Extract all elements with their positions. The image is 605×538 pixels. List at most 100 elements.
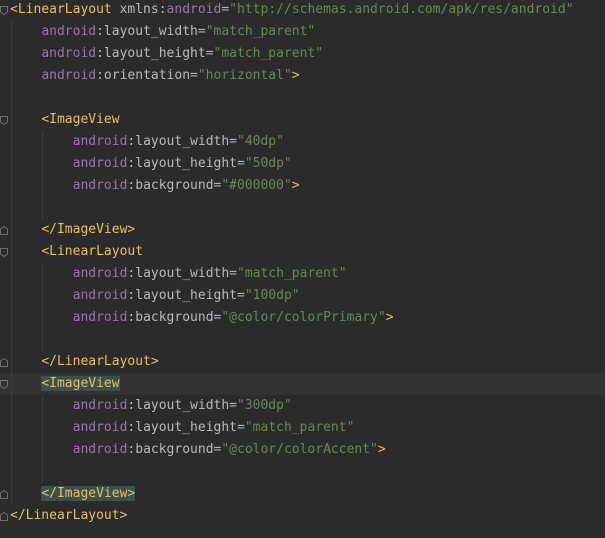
fold-start-icon[interactable] bbox=[0, 116, 8, 125]
code-line[interactable] bbox=[0, 461, 605, 483]
token-eq: = bbox=[237, 420, 245, 435]
fold-end-icon[interactable] bbox=[0, 226, 8, 235]
code-line[interactable]: android:background="#000000"> bbox=[0, 175, 605, 197]
code-line[interactable]: </ImageView> bbox=[0, 483, 605, 505]
token-ns: android bbox=[41, 24, 97, 39]
token-bracket: < bbox=[41, 376, 50, 391]
code-line[interactable] bbox=[0, 87, 605, 109]
token-ns: android bbox=[72, 398, 128, 413]
token-val: "40dp" bbox=[237, 134, 284, 149]
code-line[interactable]: </LinearLayout> bbox=[0, 505, 605, 527]
token-bracket: < bbox=[41, 244, 50, 259]
code-text: android:layout_width="match_parent" bbox=[10, 263, 347, 285]
token-attr: :layout_height bbox=[127, 420, 237, 435]
fold-end-icon[interactable] bbox=[0, 512, 8, 521]
fold-start-icon[interactable] bbox=[0, 6, 8, 15]
token-val: "300dp" bbox=[237, 398, 292, 413]
code-line[interactable]: </LinearLayout> bbox=[0, 351, 605, 373]
fold-start-icon[interactable] bbox=[0, 248, 8, 257]
code-text: android:layout_height="match_parent" bbox=[10, 43, 323, 65]
indent-guide bbox=[42, 131, 43, 219]
token-attr: :layout_width bbox=[127, 266, 230, 281]
token-val: "match_parent" bbox=[237, 266, 347, 281]
token-val: "50dp" bbox=[244, 156, 292, 171]
token-ns: android bbox=[72, 310, 128, 325]
token-tag: LinearLayout bbox=[17, 2, 112, 17]
token-attr: :background bbox=[127, 310, 214, 325]
code-text: android:orientation="horizontal"> bbox=[10, 65, 300, 87]
token-bracket: </ bbox=[41, 222, 57, 237]
token-eq: = bbox=[229, 266, 237, 281]
code-text: </ImageView> bbox=[10, 483, 136, 505]
token-eq: = bbox=[237, 156, 245, 171]
token-ns: android bbox=[72, 134, 128, 149]
token-eq: = bbox=[190, 68, 198, 83]
token-bracket: > bbox=[385, 310, 394, 325]
code-line[interactable]: android:layout_height="100dp" bbox=[0, 285, 605, 307]
code-text: <ImageView bbox=[10, 109, 120, 131]
code-line[interactable]: android:layout_height="match_parent" bbox=[0, 43, 605, 65]
token-bracket: > bbox=[119, 508, 128, 523]
code-text: android:background="@color/colorAccent"> bbox=[10, 439, 386, 461]
code-line[interactable]: android:layout_width="match_parent" bbox=[0, 263, 605, 285]
code-line[interactable]: android:layout_width="40dp" bbox=[0, 131, 605, 153]
code-line[interactable]: <LinearLayout bbox=[0, 241, 605, 263]
token-bracket: </ bbox=[41, 354, 57, 369]
token-attr: :background bbox=[127, 178, 214, 193]
token-val: "100dp" bbox=[244, 288, 300, 303]
code-editor[interactable]: <LinearLayout xmlns:android="http://sche… bbox=[0, 0, 605, 538]
token-eq: = bbox=[205, 46, 214, 61]
token-ns: android bbox=[72, 266, 128, 281]
code-line[interactable] bbox=[0, 197, 605, 219]
code-line[interactable]: android:orientation="horizontal"> bbox=[0, 65, 605, 87]
code-line[interactable]: android:layout_height="match_parent" bbox=[0, 417, 605, 439]
token-attr: xmlns: bbox=[111, 2, 167, 17]
token-bracket: > bbox=[127, 222, 136, 237]
token-ns: android bbox=[166, 2, 222, 17]
code-line[interactable]: android:layout_width="match_parent" bbox=[0, 21, 605, 43]
code-line[interactable]: android:layout_width="300dp" bbox=[0, 395, 605, 417]
token-ns: android bbox=[72, 442, 128, 457]
token-tag: LinearLayout bbox=[25, 508, 120, 523]
code-line[interactable]: <ImageView bbox=[0, 373, 605, 395]
token-val: "match_parent" bbox=[205, 24, 316, 39]
fold-end-icon[interactable] bbox=[0, 358, 8, 367]
fold-start-icon[interactable] bbox=[0, 380, 8, 389]
token-val: "@color/colorAccent" bbox=[221, 442, 378, 457]
indent-guide bbox=[11, 21, 12, 505]
token-eq: = bbox=[197, 24, 206, 39]
code-line[interactable]: </ImageView> bbox=[0, 219, 605, 241]
code-line[interactable] bbox=[0, 329, 605, 351]
token-attr: :layout_width bbox=[96, 24, 198, 39]
token-bracket: > bbox=[291, 68, 300, 83]
code-text: android:layout_width="40dp" bbox=[10, 131, 284, 153]
token-eq: = bbox=[221, 2, 230, 17]
code-line[interactable]: <ImageView bbox=[0, 109, 605, 131]
code-line[interactable]: android:background="@color/colorAccent"> bbox=[0, 439, 605, 461]
token-tag: LinearLayout bbox=[49, 244, 144, 259]
token-val: "@color/colorPrimary" bbox=[221, 310, 386, 325]
code-text: android:layout_height="100dp" bbox=[10, 285, 300, 307]
token-attr: :layout_width bbox=[127, 134, 230, 149]
code-text: android:background="@color/colorPrimary"… bbox=[10, 307, 394, 329]
token-val: "#000000" bbox=[221, 178, 292, 193]
token-bracket: > bbox=[291, 178, 300, 193]
token-attr: :layout_height bbox=[96, 46, 206, 61]
token-attr: :orientation bbox=[96, 68, 191, 83]
token-val: "horizontal" bbox=[197, 68, 292, 83]
code-line[interactable]: android:layout_height="50dp" bbox=[0, 153, 605, 175]
token-ns: android bbox=[72, 288, 128, 303]
token-bracket: < bbox=[41, 112, 50, 127]
token-ns: android bbox=[41, 68, 97, 83]
token-ns: android bbox=[72, 156, 128, 171]
token-bracket: > bbox=[377, 442, 386, 457]
code-text: </ImageView> bbox=[10, 219, 135, 241]
code-line[interactable]: <LinearLayout xmlns:android="http://sche… bbox=[0, 0, 605, 21]
code-text: android:background="#000000"> bbox=[10, 175, 300, 197]
token-bracket: < bbox=[10, 2, 18, 17]
code-line[interactable]: android:background="@color/colorPrimary"… bbox=[0, 307, 605, 329]
token-tag: ImageView bbox=[49, 112, 120, 127]
token-attr: :layout_width bbox=[127, 398, 230, 413]
fold-end-icon[interactable] bbox=[0, 490, 8, 499]
code-text: android:layout_width="300dp" bbox=[10, 395, 292, 417]
